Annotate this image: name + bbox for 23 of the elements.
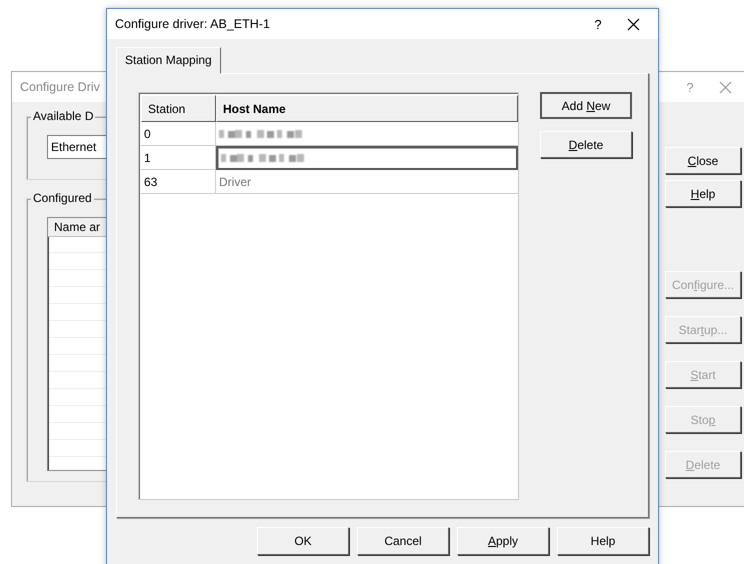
station-table[interactable]: Station Host Name 0 1 63 Driver [138,92,519,500]
host-name: Driver [219,174,251,188]
group-label: Available D [31,109,96,123]
group-label: Configured [31,191,94,205]
host-name-field[interactable] [216,146,518,170]
table-cell: 63 [141,170,216,194]
table-cell: 0 [141,122,216,146]
dialog-button[interactable]: Delete [540,131,632,158]
dialog-button[interactable]: OK [257,527,349,555]
column-header[interactable]: Host Name [216,95,518,122]
dialog-button[interactable]: Close [665,147,741,174]
dialog-button[interactable]: Add New [540,92,632,119]
close-icon[interactable] [626,18,640,30]
window-title: Configure Driv [20,80,101,94]
help-button[interactable]: ? [578,16,618,32]
dialog-button[interactable]: Apply [457,527,549,555]
dialog-button[interactable]: Cancel [357,527,449,555]
tab[interactable]: Station Mapping [116,47,221,74]
window-title: Configure driver: AB_ETH-1 [115,17,271,31]
column-header[interactable]: Station [141,95,216,122]
dialog-button[interactable]: Help [557,527,649,555]
table-cell: 1 [141,146,216,170]
dialog-button[interactable]: Help [665,180,741,207]
